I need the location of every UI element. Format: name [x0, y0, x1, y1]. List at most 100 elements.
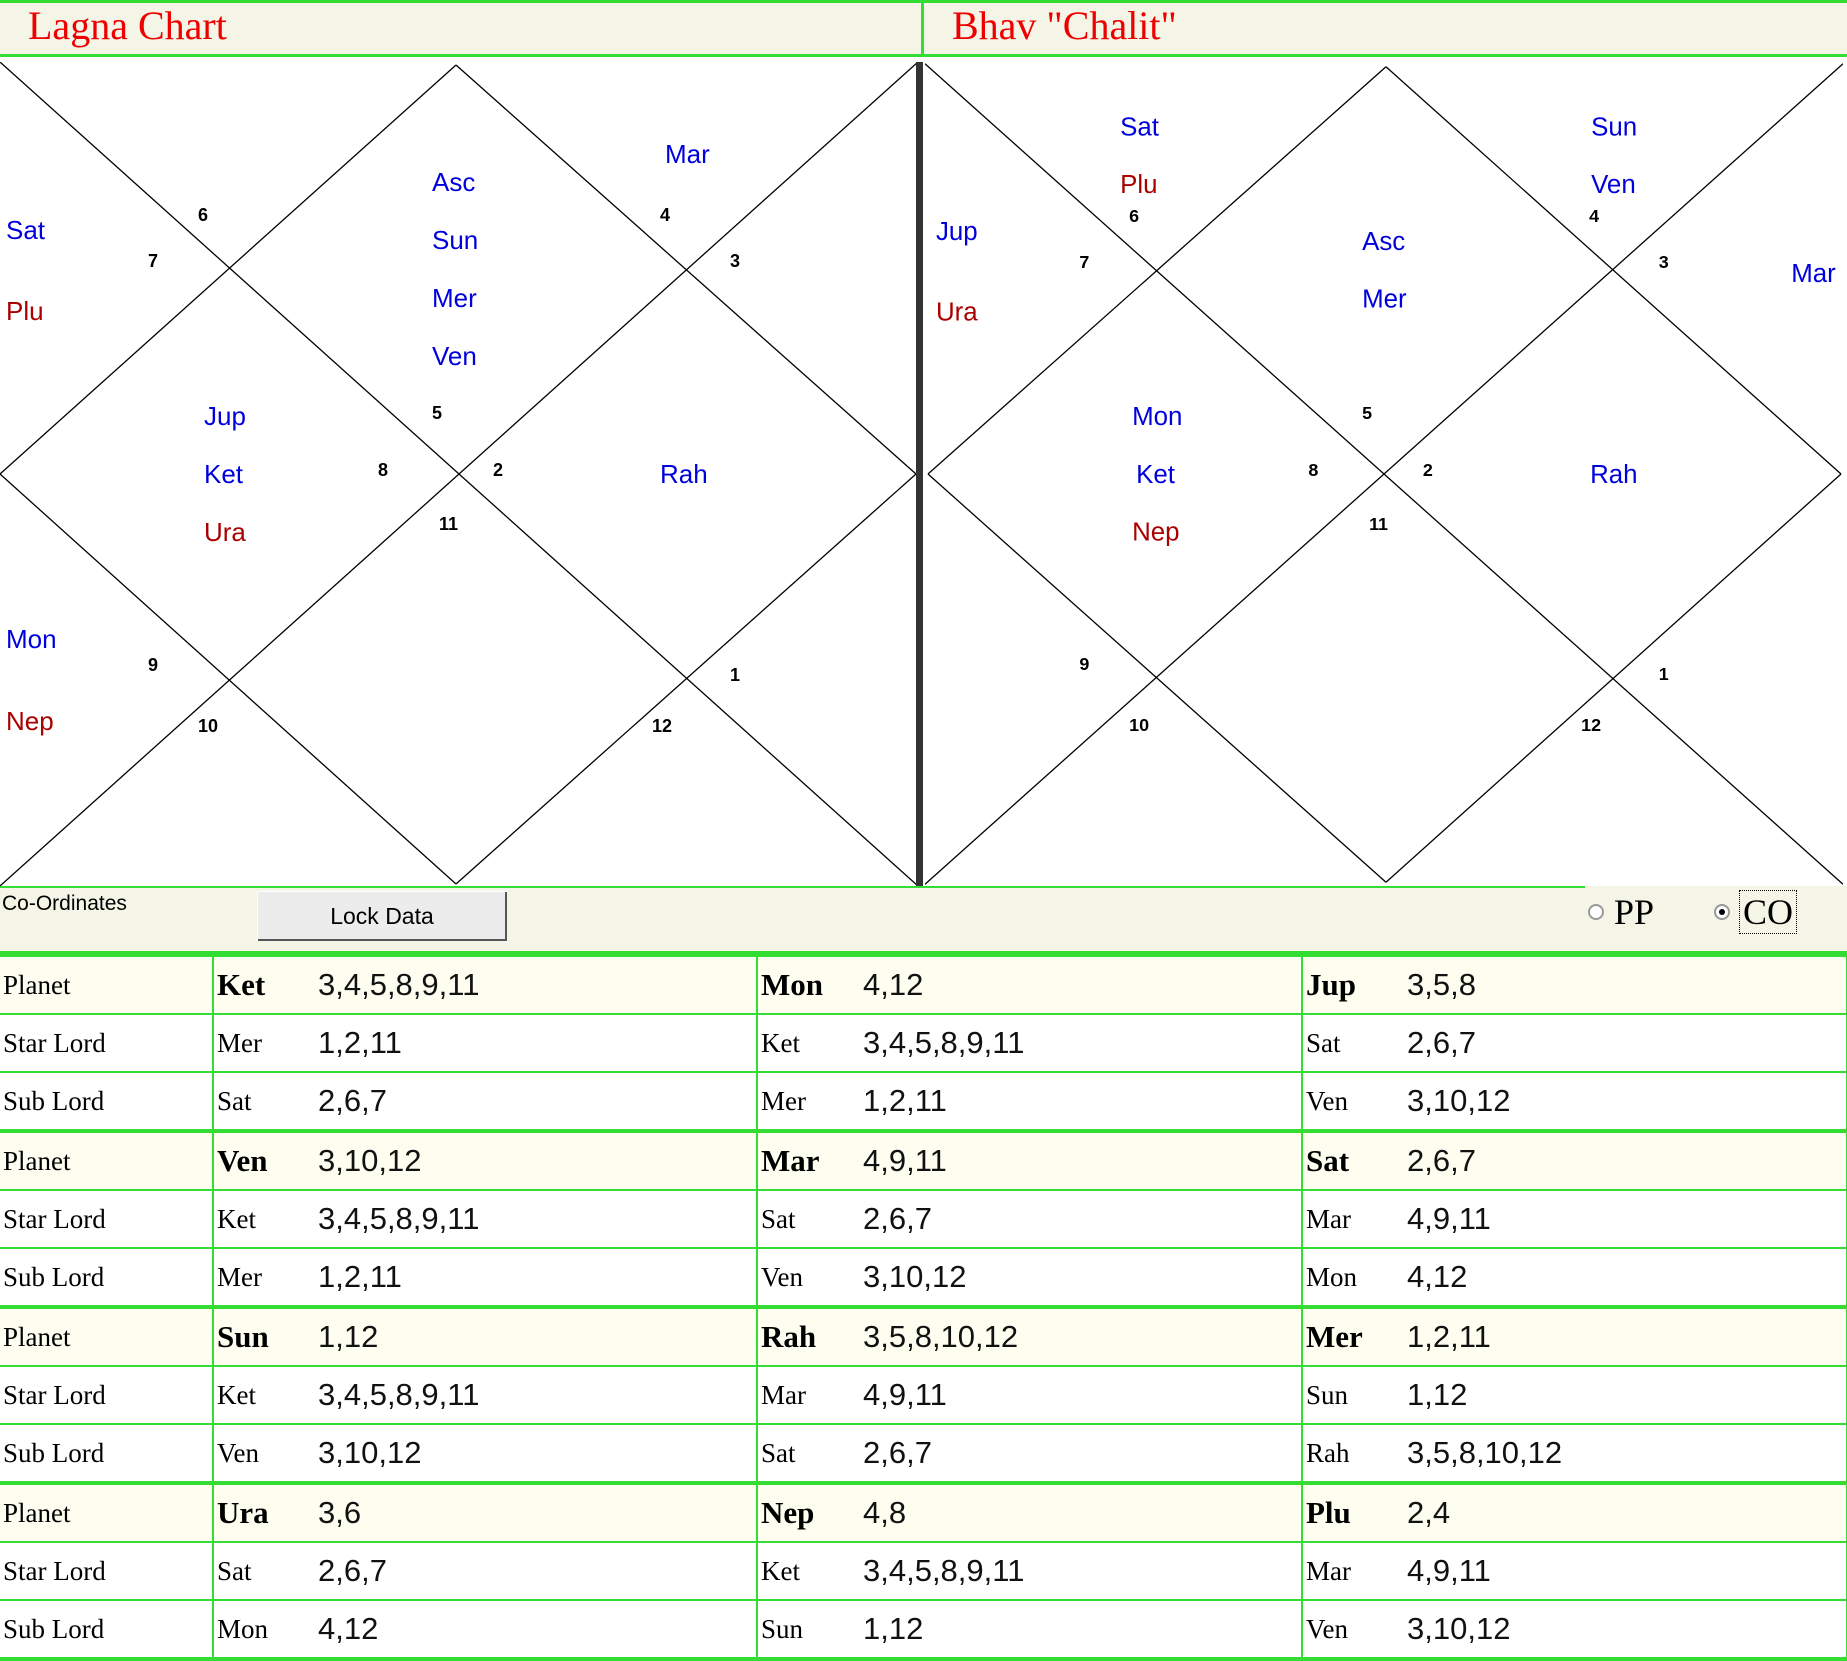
planet-label: Ket — [204, 459, 244, 489]
houses-cell: 2,6,7 — [863, 1424, 1303, 1485]
planet-cell: Mer — [213, 1014, 318, 1073]
houses-cell: 1,12 — [1407, 1366, 1847, 1425]
planet-cell: Nep — [757, 1483, 863, 1543]
planet-cell: Mer — [213, 1248, 318, 1309]
table-row: Planet Ura 3,6 Nep 4,8 Plu 2,4 — [0, 1483, 1847, 1543]
house-number: 11 — [439, 514, 458, 534]
row-label: Star Lord — [0, 1542, 214, 1601]
planet-label: Asc — [432, 167, 475, 197]
planet-cell: Sat — [213, 1542, 318, 1601]
row-label: Planet — [0, 957, 214, 1015]
lagna-header: Lagna Chart — [0, 0, 922, 57]
houses-cell: 4,8 — [863, 1483, 1303, 1543]
house-number: 7 — [1079, 252, 1089, 272]
planet-cell: Mer — [1302, 1307, 1407, 1367]
row-label: Star Lord — [0, 1190, 214, 1249]
control-bar-border — [0, 886, 1585, 888]
planet-cell: Mar — [1302, 1542, 1407, 1601]
planet-label: Jup — [204, 401, 246, 431]
planet-label: Nep — [1132, 519, 1179, 547]
houses-cell: 1,12 — [318, 1307, 758, 1367]
house-number: 6 — [1129, 206, 1139, 226]
row-label: Planet — [0, 1131, 214, 1191]
planet-cell: Sat — [757, 1424, 863, 1485]
lock-data-button[interactable]: Lock Data — [257, 891, 507, 941]
house-number: 4 — [1589, 206, 1599, 226]
coordinates-label: Co-Ordinates — [2, 892, 127, 915]
house-number: 8 — [1308, 460, 1318, 480]
lagna-chart-title: Lagna Chart — [28, 3, 227, 48]
planet-label: Plu — [6, 296, 44, 326]
planet-cell: Mar — [757, 1131, 863, 1191]
house-number: 5 — [432, 403, 442, 423]
planet-cell: Sat — [213, 1072, 318, 1133]
planet-cell: Mon — [1302, 1248, 1407, 1309]
planet-cell: Ket — [757, 1014, 863, 1073]
bhav-chart: 6 4 7 3 5 8 2 11 9 1 10 12 Sat Plu Sun V… — [925, 63, 1843, 885]
radio-pp-dot[interactable] — [1588, 904, 1604, 920]
radio-co-dot[interactable] — [1714, 904, 1730, 920]
houses-cell: 3,10,12 — [318, 1424, 758, 1485]
planet-cell: Rah — [757, 1307, 863, 1367]
planet-cell: Jup — [1302, 957, 1407, 1015]
houses-cell: 2,6,7 — [318, 1072, 758, 1133]
lagna-chart: 6 4 7 3 5 8 2 11 9 1 10 12 Asc Sun Mer V… — [0, 62, 918, 886]
planet-cell: Mon — [757, 957, 863, 1015]
planet-label: Jup — [936, 218, 978, 246]
house-number: 9 — [1079, 654, 1089, 674]
table-row: Planet Sun 1,12 Rah 3,5,8,10,12 Mer 1,2,11 — [0, 1307, 1847, 1367]
houses-cell: 1,2,11 — [863, 1072, 1303, 1133]
chart-divider — [916, 62, 923, 886]
planet-label: Mar — [665, 139, 710, 169]
radio-co[interactable]: CO — [1714, 890, 1798, 934]
planet-label: Mar — [1791, 260, 1836, 288]
house-number: 10 — [198, 716, 218, 736]
table-row: Planet Ven 3,10,12 Mar 4,9,11 Sat 2,6,7 — [0, 1131, 1847, 1191]
significator-table: Planet Ket 3,4,5,8,9,11 Mon 4,12 Jup 3,5,8 Star… — [0, 957, 1847, 1661]
houses-cell: 3,4,5,8,9,11 — [863, 1014, 1303, 1073]
table-row: Sub Lord Mer 1,2,11 Ven 3,10,12 Mon 4,12 — [0, 1248, 1847, 1309]
houses-cell: 4,12 — [1407, 1248, 1847, 1309]
planet-cell: Ven — [213, 1131, 318, 1191]
houses-cell: 3,4,5,8,9,11 — [863, 1542, 1303, 1601]
planet-label: Ven — [432, 341, 477, 371]
planet-cell: Mer — [757, 1072, 863, 1133]
planet-label: Nep — [6, 706, 54, 736]
houses-cell: 4,9,11 — [863, 1131, 1303, 1191]
houses-cell: 4,9,11 — [1407, 1542, 1847, 1601]
planet-cell: Sun — [213, 1307, 318, 1367]
planet-cell: Ven — [213, 1424, 318, 1485]
row-label: Sub Lord — [0, 1424, 214, 1485]
radio-pp[interactable]: PP — [1588, 892, 1654, 932]
radio-pp-label[interactable]: PP — [1614, 891, 1654, 933]
house-number: 1 — [1659, 664, 1669, 684]
row-label: Planet — [0, 1307, 214, 1367]
planet-label: Ura — [936, 299, 978, 327]
houses-cell: 2,4 — [1407, 1483, 1847, 1543]
houses-cell: 4,9,11 — [1407, 1190, 1847, 1249]
radio-co-label[interactable]: CO — [1738, 890, 1798, 934]
planet-cell: Ven — [757, 1248, 863, 1309]
planet-cell: Sun — [1302, 1366, 1407, 1425]
planet-label: Ven — [1591, 171, 1636, 199]
planet-cell: Ket — [757, 1542, 863, 1601]
house-number: 12 — [652, 716, 672, 736]
houses-cell: 1,2,11 — [318, 1014, 758, 1073]
house-number: 7 — [148, 251, 158, 271]
houses-cell: 2,6,7 — [1407, 1014, 1847, 1073]
planet-cell: Mar — [757, 1366, 863, 1425]
planet-cell: Ket — [213, 1190, 318, 1249]
planet-cell: Ket — [213, 957, 318, 1015]
planet-label: Mer — [1362, 286, 1407, 314]
row-label: Sub Lord — [0, 1248, 214, 1309]
chart-lines — [925, 63, 1843, 885]
planet-label: Mon — [6, 624, 57, 654]
houses-cell: 3,10,12 — [1407, 1072, 1847, 1133]
planet-cell: Sat — [1302, 1131, 1407, 1191]
planet-label: Ura — [204, 517, 246, 547]
houses-cell: 3,5,8,10,12 — [1407, 1424, 1847, 1485]
table-row: Sub Lord Ven 3,10,12 Sat 2,6,7 Rah 3,5,8,10,12 — [0, 1424, 1847, 1485]
table-row: Planet Ket 3,4,5,8,9,11 Mon 4,12 Jup 3,5,8 — [0, 957, 1847, 1015]
planet-cell: Mar — [1302, 1190, 1407, 1249]
table-row: Star Lord Ket 3,4,5,8,9,11 Sat 2,6,7 Mar 4,9,1… — [0, 1190, 1847, 1249]
